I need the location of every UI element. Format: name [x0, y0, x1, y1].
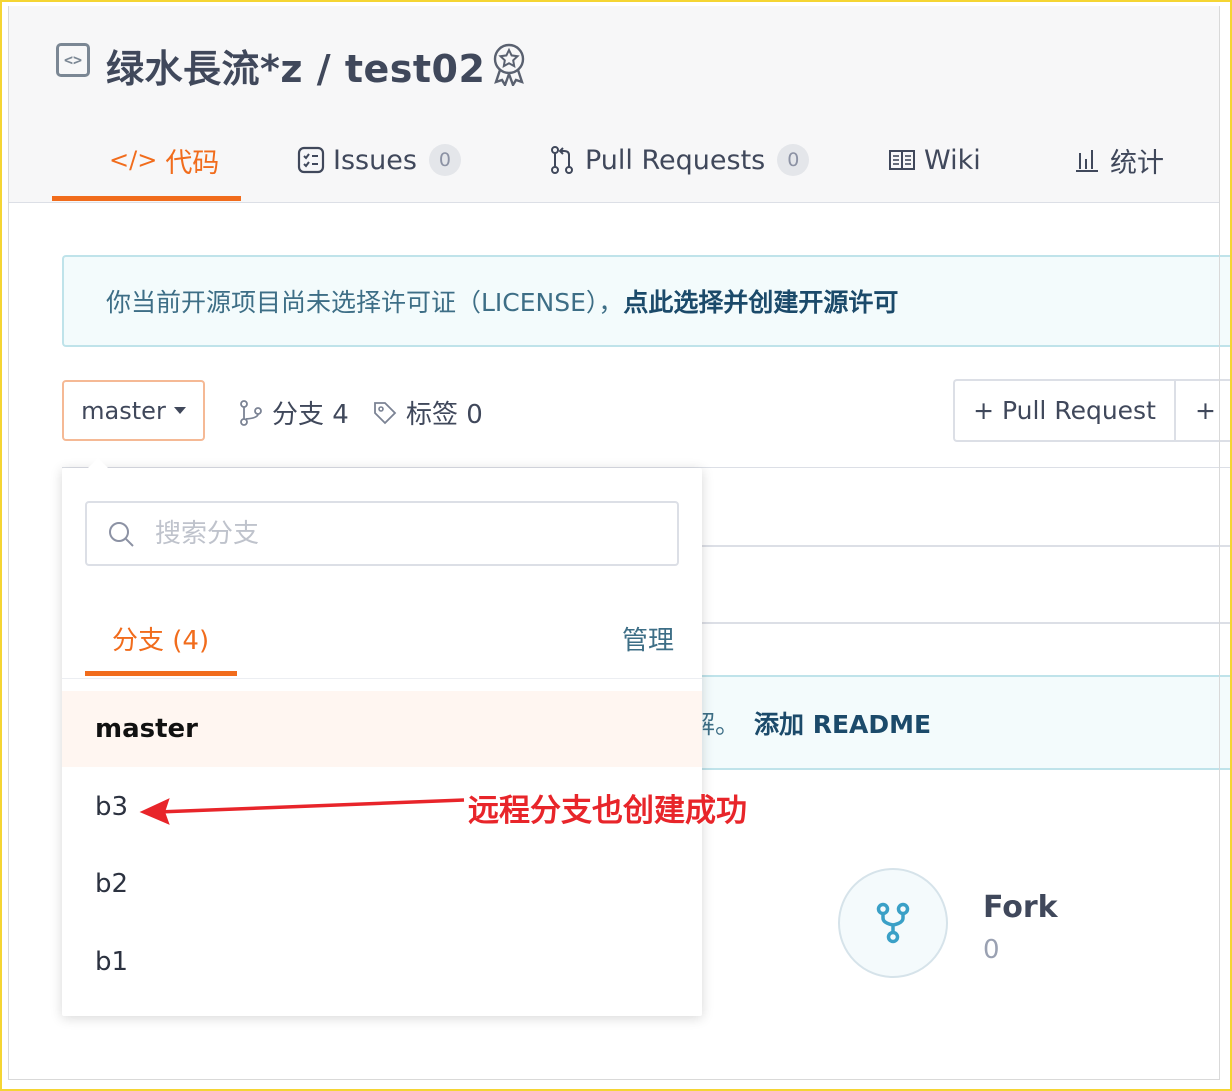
- pull-request-icon: [551, 146, 573, 174]
- add-button[interactable]: +: [1195, 381, 1216, 440]
- branch-dropdown: 分支 (4) 管理 master b3 b2 b1: [62, 468, 702, 1016]
- stats-icon: [1076, 150, 1098, 172]
- issues-icon: [297, 146, 325, 174]
- branch-select-label: master: [81, 396, 166, 425]
- action-button-group: + Pull Request +: [953, 379, 1232, 442]
- tab-wiki[interactable]: Wiki: [888, 130, 981, 190]
- annotation-text: 远程分支也创建成功: [468, 793, 747, 829]
- repo-icon: <>: [56, 43, 90, 77]
- tags-link[interactable]: 标签 0: [372, 394, 483, 431]
- tab-wiki-label: Wiki: [924, 144, 981, 176]
- fork-stat-circle[interactable]: [838, 868, 948, 978]
- tab-code-label: 代码: [165, 147, 220, 179]
- branches-link[interactable]: 分支 4: [238, 394, 349, 431]
- license-notice: 你当前开源项目尚未选择许可证（LICENSE）， 点此选择并创建开源许可: [62, 255, 1232, 347]
- tab-code[interactable]: </> 代码: [109, 130, 219, 190]
- tag-icon: [374, 401, 397, 424]
- file-list-divider: [690, 622, 1232, 624]
- dropdown-tab-branches[interactable]: 分支 (4): [112, 620, 209, 657]
- branch-select-button[interactable]: master: [62, 380, 205, 441]
- branch-item-b2[interactable]: b2: [62, 846, 702, 922]
- repo-title[interactable]: 绿水長流*z / test02: [106, 38, 485, 93]
- tags-count-label: 标签 0: [406, 400, 483, 430]
- fork-label[interactable]: Fork: [983, 890, 1058, 925]
- issues-count-badge: 0: [428, 144, 461, 176]
- branch-search-input[interactable]: [153, 517, 617, 550]
- add-readme-link[interactable]: 添加 README: [754, 705, 931, 741]
- fork-icon: [876, 902, 910, 944]
- tab-pull-requests-label: Pull Requests: [585, 144, 766, 176]
- branches-count-label: 分支 4: [272, 400, 349, 430]
- readme-notice: 解。 添加 README: [690, 675, 1232, 770]
- tab-stats[interactable]: 统计: [1074, 130, 1164, 190]
- code-icon: </>: [109, 146, 158, 174]
- search-icon: [109, 521, 134, 547]
- dropdown-pointer: [88, 458, 108, 468]
- branch-search-box[interactable]: [85, 501, 679, 566]
- fork-count: 0: [983, 935, 1000, 965]
- branch-icon: [240, 399, 262, 426]
- file-list-divider: [690, 545, 1232, 547]
- branch-item-b1[interactable]: b1: [62, 924, 702, 1000]
- caret-down-icon: [173, 407, 186, 414]
- dropdown-divider: [62, 678, 702, 679]
- tab-issues-label: Issues: [333, 144, 417, 176]
- tab-issues[interactable]: Issues 0: [297, 130, 461, 190]
- license-notice-text: 你当前开源项目尚未选择许可证（LICENSE），: [106, 288, 624, 317]
- pull-requests-count-badge: 0: [777, 144, 810, 176]
- wiki-icon: [889, 150, 915, 170]
- tab-pull-requests[interactable]: Pull Requests 0: [549, 130, 810, 190]
- branch-item-master[interactable]: master: [62, 691, 702, 767]
- tab-stats-label: 统计: [1110, 147, 1164, 179]
- manage-branches-link[interactable]: 管理: [622, 620, 674, 657]
- new-pull-request-button[interactable]: + Pull Request: [955, 381, 1176, 440]
- active-tab-indicator: [52, 196, 241, 201]
- license-create-link[interactable]: 点此选择并创建开源许可: [623, 283, 898, 319]
- dropdown-tab-indicator: [85, 671, 237, 676]
- award-badge-icon[interactable]: [490, 42, 528, 86]
